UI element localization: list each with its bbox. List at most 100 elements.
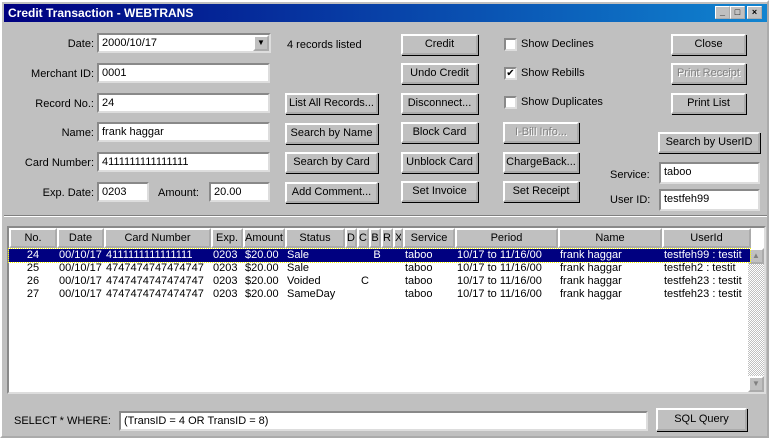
search-by-card-button[interactable]: Search by Card (285, 152, 378, 173)
cell-period: 10/17 to 11/16/00 (457, 249, 542, 261)
cell-exp: 0203 (213, 288, 238, 300)
date-combo[interactable]: 2000/10/17 ▼ (97, 33, 271, 53)
column-header-service[interactable]: Service (403, 228, 455, 248)
cell-amount: $20.00 (245, 288, 279, 300)
search-by-name-button[interactable]: Search by Name (285, 123, 378, 144)
close-window-button[interactable]: × (747, 6, 762, 19)
cell-period: 10/17 to 11/16/00 (457, 288, 542, 300)
record-no-input[interactable]: 24 (97, 93, 270, 113)
cell-date: 00/10/17 (59, 275, 102, 287)
name-label: Name: (61, 127, 94, 139)
add-comment-button[interactable]: Add Comment... (285, 182, 378, 203)
minimize-button[interactable]: _ (715, 6, 730, 19)
table-row[interactable]: 27 00/10/17 4747474747474747 0203 $20.00 Same… (9, 288, 750, 301)
maximize-button[interactable]: □ (730, 6, 745, 19)
cell-card-number: 4111111111111111 (106, 249, 193, 261)
column-header-date[interactable]: Date (57, 228, 104, 248)
set-receipt-button[interactable]: Set Receipt (503, 181, 579, 202)
list-all-records-button[interactable]: List All Records... (285, 93, 378, 114)
chevron-down-icon[interactable]: ▼ (253, 35, 269, 51)
column-header-card-number[interactable]: Card Number (104, 228, 211, 248)
transactions-table[interactable]: ▲ ▼ No. Date Card Number Exp. Amount Status D C… (7, 226, 766, 394)
cell-status: SameDay (287, 288, 336, 300)
column-header-b[interactable]: B (369, 228, 381, 248)
block-card-button[interactable]: Block Card (401, 122, 478, 143)
cell-c: C (361, 275, 369, 287)
print-receipt-button[interactable]: Print Receipt (671, 63, 746, 84)
column-header-period[interactable]: Period (455, 228, 558, 248)
set-invoice-button[interactable]: Set Invoice (401, 181, 478, 202)
cell-date: 00/10/17 (59, 288, 102, 300)
cell-exp: 0203 (213, 262, 238, 274)
userid-input[interactable]: testfeh99 (659, 189, 760, 211)
exp-date-input[interactable]: 0203 (97, 182, 149, 202)
show-duplicates-checkbox[interactable] (504, 96, 517, 109)
show-rebills-checkbox[interactable]: ✔ (504, 67, 517, 80)
print-list-button[interactable]: Print List (671, 93, 746, 114)
ibill-info-button[interactable]: I-Bill Info... (503, 122, 579, 143)
show-rebills-label: Show Rebills (521, 67, 585, 79)
cell-b: B (373, 249, 381, 261)
card-number-input[interactable]: 4111111111111111 (97, 152, 270, 172)
window-title: Credit Transaction - WEBTRANS (8, 6, 194, 20)
exp-label: Exp. Date: (42, 187, 94, 199)
service-input[interactable]: taboo (659, 162, 760, 184)
cell-status: Sale (287, 262, 310, 274)
query-label: SELECT * WHERE: (14, 415, 111, 427)
cell-period: 10/17 to 11/16/00 (457, 275, 542, 287)
cell-name: frank haggar (560, 275, 622, 287)
window: Credit Transaction - WEBTRANS _ □ × Date… (0, 0, 769, 438)
disconnect-button[interactable]: Disconnect... (401, 93, 478, 114)
cell-amount: $20.00 (245, 275, 279, 287)
column-header-exp[interactable]: Exp. (211, 228, 243, 248)
credit-button[interactable]: Credit (401, 34, 478, 55)
date-label: Date: (67, 38, 94, 50)
sql-where-input[interactable]: (TransID = 4 OR TransID = 8) (119, 411, 648, 431)
search-by-userid-button[interactable]: Search by UserID (658, 132, 760, 153)
amount-label: Amount: (158, 187, 199, 199)
cell-exp: 0203 (213, 249, 238, 261)
merchant-id-input[interactable]: 0001 (97, 63, 270, 83)
cell-period: 10/17 to 11/16/00 (457, 262, 542, 274)
cell-name: frank haggar (560, 249, 622, 261)
cell-no: 24 (26, 249, 40, 261)
checkmark-icon: ✔ (506, 68, 515, 79)
scroll-down-icon[interactable]: ▼ (748, 376, 764, 392)
table-row[interactable]: 25 00/10/17 4747474747474747 0203 $20.00 Sale… (9, 262, 750, 275)
column-header-x[interactable]: X (393, 228, 403, 248)
column-header-r[interactable]: R (381, 228, 393, 248)
show-duplicates-label: Show Duplicates (521, 96, 603, 108)
name-input[interactable]: frank haggar (97, 122, 270, 142)
cell-card-number: 4747474747474747 (106, 275, 204, 287)
column-header-d[interactable]: D (345, 228, 357, 248)
column-header-userid[interactable]: UserId (662, 228, 751, 248)
cell-amount: $20.00 (245, 262, 279, 274)
cell-userid: testfeh99 : testit (664, 249, 742, 261)
cell-no: 27 (26, 288, 40, 300)
amount-input[interactable]: 20.00 (209, 182, 270, 202)
column-header-status[interactable]: Status (285, 228, 345, 248)
cell-name: frank haggar (560, 288, 622, 300)
unblock-card-button[interactable]: Unblock Card (401, 152, 478, 173)
column-header-c[interactable]: C (357, 228, 369, 248)
table-row[interactable]: 24 00/10/17 4111111111111111 0203 $20.00 Sale… (8, 248, 751, 263)
cell-userid: testfeh23 : testit (664, 288, 742, 300)
show-declines-checkbox[interactable] (504, 38, 517, 51)
title-bar: Credit Transaction - WEBTRANS (4, 4, 767, 22)
divider (4, 215, 767, 217)
cell-card-number: 4747474747474747 (106, 288, 204, 300)
chargeback-button[interactable]: ChargeBack... (503, 152, 579, 173)
cell-date: 00/10/17 (59, 249, 102, 261)
merchant-label: Merchant ID: (31, 68, 94, 80)
cell-no: 25 (26, 262, 40, 274)
sql-query-button[interactable]: SQL Query (656, 408, 747, 431)
column-header-name[interactable]: Name (558, 228, 662, 248)
service-label: Service: (610, 169, 650, 181)
cell-userid: testfeh2 : testit (664, 262, 736, 274)
undo-credit-button[interactable]: Undo Credit (401, 63, 478, 84)
table-row[interactable]: 26 00/10/17 4747474747474747 0203 $20.00 Void… (9, 275, 750, 288)
close-button[interactable]: Close (671, 34, 746, 55)
cell-name: frank haggar (560, 262, 622, 274)
column-header-amount[interactable]: Amount (243, 228, 285, 248)
column-header-no[interactable]: No. (9, 228, 57, 248)
